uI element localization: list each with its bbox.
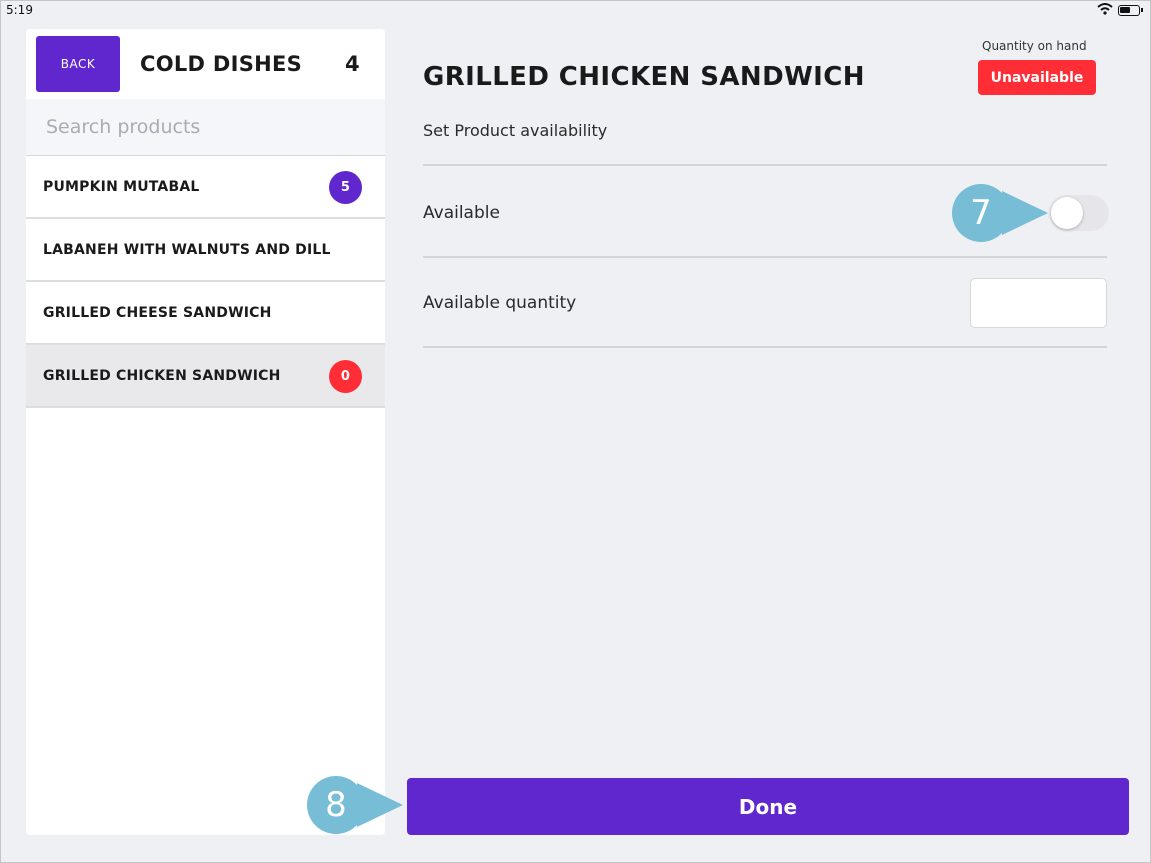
product-item-labaneh[interactable]: LABANEH WITH WALNUTS AND DILL	[26, 219, 385, 282]
quantity-on-hand-label: Quantity on hand	[982, 39, 1087, 53]
toggle-knob	[1051, 197, 1083, 229]
wifi-icon	[1097, 3, 1113, 18]
product-item-grilled-chicken[interactable]: GRILLED CHICKEN SANDWICH 0	[26, 345, 385, 408]
available-quantity-label: Available quantity	[423, 293, 577, 313]
available-toggle[interactable]	[1049, 195, 1109, 231]
battery-icon	[1118, 5, 1143, 16]
divider	[423, 256, 1107, 258]
product-name: GRILLED CHEESE SANDWICH	[43, 304, 272, 321]
page-title: GRILLED CHICKEN SANDWICH	[423, 62, 865, 92]
product-name: PUMPKIN MUTABAL	[43, 178, 200, 195]
divider	[423, 346, 1107, 348]
status-badge: Unavailable	[978, 60, 1096, 95]
back-button[interactable]: BACK	[36, 36, 120, 92]
status-bar: 5:19	[0, 0, 1151, 20]
quantity-badge: 0	[329, 360, 362, 393]
step-callout-done: 8	[307, 776, 405, 834]
step-number: 8	[307, 776, 365, 834]
search-input[interactable]: Search products	[26, 99, 385, 156]
divider	[423, 164, 1107, 166]
product-list-panel: BACK COLD DISHES 4 Search products PUMPK…	[26, 29, 385, 835]
product-name: LABANEH WITH WALNUTS AND DILL	[43, 241, 331, 258]
category-header: BACK COLD DISHES 4	[26, 29, 385, 99]
category-title: COLD DISHES	[140, 52, 303, 76]
quantity-badge: 5	[329, 171, 362, 204]
status-time: 5:19	[6, 3, 33, 17]
product-item-pumpkin-mutabal[interactable]: PUMPKIN MUTABAL 5	[26, 156, 385, 219]
available-label: Available	[423, 203, 500, 223]
step-callout-toggle: 7	[952, 184, 1050, 242]
step-number: 7	[952, 184, 1010, 242]
category-count: 4	[345, 52, 360, 76]
section-subtitle: Set Product availability	[423, 121, 608, 140]
available-quantity-field[interactable]	[970, 278, 1107, 328]
product-name: GRILLED CHICKEN SANDWICH	[43, 367, 281, 384]
done-button[interactable]: Done	[407, 778, 1129, 835]
product-item-grilled-cheese[interactable]: GRILLED CHEESE SANDWICH	[26, 282, 385, 345]
